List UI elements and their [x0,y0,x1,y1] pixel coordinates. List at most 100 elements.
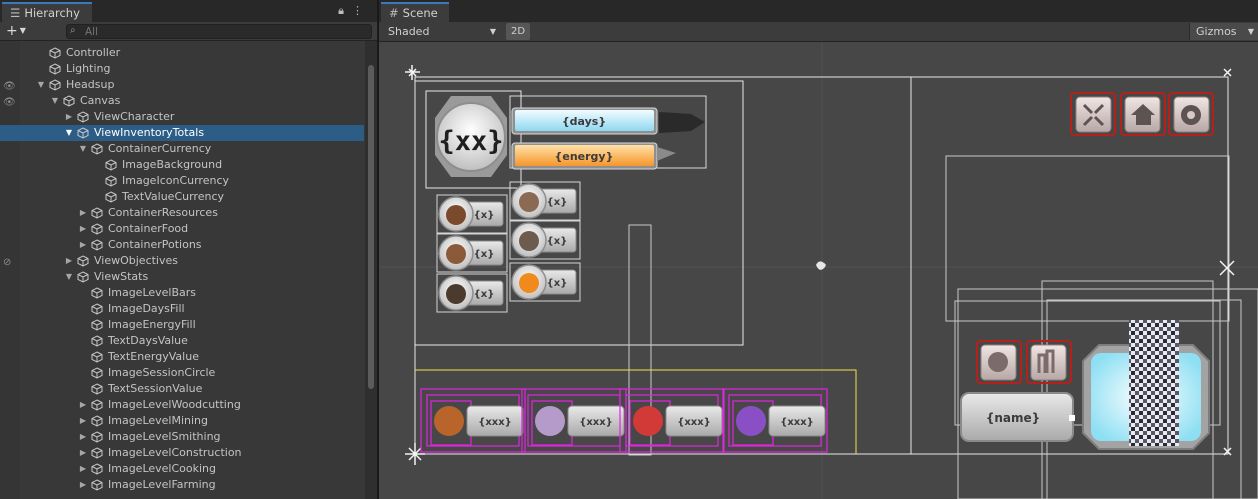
search-input[interactable] [85,25,365,38]
shading-mode-dropdown[interactable]: Shaded ▼ [382,23,500,40]
inventory-count: {xxx} [478,417,512,428]
anvil-icon [519,231,539,251]
expand-closed-icon[interactable]: ▶ [78,397,88,413]
expand-closed-icon[interactable]: ▶ [78,413,88,429]
hierarchy-toolbar: + ▼ ⌕ [0,22,377,41]
food-bag-icon [434,406,464,436]
tree-row[interactable]: TextValueCurrency [0,189,364,205]
tab-scene[interactable]: # Scene [381,2,449,22]
tree-row[interactable]: ▶ ContainerPotions [0,237,364,253]
expand-closed-icon[interactable]: ▶ [78,205,88,221]
scrollbar-thumb[interactable] [368,65,374,389]
expand-closed-icon[interactable]: ▶ [78,461,88,477]
gameobject-icon [77,271,89,283]
tree-row[interactable]: ▶ ImageLevelMining [0,413,364,429]
tree-row[interactable]: ▶ ImageLevelFarming [0,477,364,493]
hierarchy-scrollbar[interactable] [365,41,377,499]
tab-hierarchy[interactable]: ☰ Hierarchy [2,2,92,22]
tree-row[interactable]: ▼ Canvas [0,93,364,109]
gameobject-icon [91,447,103,459]
character-button-stats[interactable] [1026,340,1072,384]
expand-open-icon[interactable]: ▼ [36,77,46,93]
tree-row[interactable]: TextSessionValue [0,381,364,397]
fullscreen-button[interactable] [1070,92,1116,136]
gameobject-icon [91,351,103,363]
tree-row[interactable]: ▶ ViewObjectives [0,253,364,269]
tree-row[interactable]: Lighting [0,61,364,77]
tree-row[interactable]: Controller [0,45,364,61]
character-panel: {name} [960,320,1210,450]
tree-row-label: TextDaysValue [108,334,188,347]
lock-icon[interactable]: 🔒︎ [338,4,352,17]
expand-closed-icon[interactable]: ▶ [64,109,74,125]
tree-row[interactable]: ▶ ViewCharacter [0,109,364,125]
expand-closed-icon[interactable]: ▶ [78,445,88,461]
tree-row[interactable]: TextEnergyValue [0,349,364,365]
tree-row-label: ContainerPotions [108,238,202,251]
tree-row[interactable]: ▶ ImageLevelConstruction [0,445,364,461]
scene-canvas[interactable]: {xx} {days} {energy} {x} {x} {x} {x} {x}{x} … [379,43,1258,499]
expand-open-icon[interactable]: ▼ [78,141,88,157]
tree-row-label: ImageLevelMining [108,414,209,427]
tree-row[interactable]: ImageDaysFill [0,301,364,317]
chevron-down-icon: ▼ [489,27,496,36]
expand-open-icon[interactable]: ▼ [64,125,74,141]
toggle-2d-button[interactable]: 2D [506,23,530,40]
wood-icon [446,205,466,225]
add-object-button[interactable]: + ▼ [6,23,26,39]
tree-row[interactable]: ImageBackground [0,157,364,173]
tree-row[interactable]: TextDaysValue [0,333,364,349]
tree-row[interactable]: ImageSessionCircle [0,365,364,381]
tree-row-label: ImageDaysFill [108,302,185,315]
expand-open-icon[interactable]: ▼ [64,269,74,285]
tree-row[interactable]: ▼ ContainerCurrency [0,141,364,157]
tree-row[interactable]: ▼ Headsup [0,77,364,93]
expand-closed-icon[interactable]: ▶ [64,253,74,269]
gameobject-icon [77,127,89,139]
gameobject-icon [91,143,103,155]
tree-row[interactable]: ▼ ViewInventoryTotals [0,125,364,141]
tree-row[interactable]: ▶ ImageLevelCooking [0,461,364,477]
expand-closed-icon[interactable]: ▶ [78,221,88,237]
tree-row-label: ImageLevelFarming [108,478,216,491]
expand-closed-icon[interactable]: ▶ [78,477,88,493]
chevron-down-icon: ▼ [1247,27,1254,36]
gameobject-icon [91,207,103,219]
tree-row[interactable]: ▶ ContainerResources [0,205,364,221]
add-object-label: + [6,23,18,39]
menu-buttons [1070,92,1214,136]
energy-value: {energy} [555,150,614,163]
tree-row-label: ImageLevelCooking [108,462,217,475]
tree-row-label: TextSessionValue [108,382,203,395]
tree-row[interactable]: ▶ ContainerFood [0,221,364,237]
settings-button[interactable] [1168,92,1214,136]
tree-row[interactable]: ▶ ImageLevelWoodcutting [0,397,364,413]
gameobject-icon [49,79,61,91]
pivot-handle-icon[interactable] [816,261,826,270]
expand-closed-icon[interactable]: ▶ [78,429,88,445]
tree-row[interactable]: ▼ ViewStats [0,269,364,285]
expand-closed-icon[interactable]: ▶ [78,237,88,253]
hierarchy-search[interactable]: ⌕ [66,24,372,39]
session-block: {xx} {days} {energy} [425,90,707,189]
tree-row[interactable]: ImageIconCurrency [0,173,364,189]
heart-icon [633,406,663,436]
resource-counter: {x} [509,220,581,260]
search-icon: ⌕ [70,25,76,36]
tree-row[interactable]: ImageLevelBars [0,285,364,301]
gameobject-icon [91,399,103,411]
character-button-face[interactable] [976,340,1022,384]
expand-open-icon[interactable]: ▼ [50,93,60,109]
list-icon: ☰ [10,6,21,20]
tree-row-label: TextEnergyValue [108,350,199,363]
tree-row[interactable]: ImageEnergyFill [0,317,364,333]
gameobject-icon [91,239,103,251]
tree-row-label: ImageLevelSmithing [108,430,221,443]
home-button[interactable] [1120,92,1166,136]
tree-row-label: ImageLevelBars [108,286,197,299]
more-options-icon[interactable]: ⋮ [352,4,371,17]
gizmos-dropdown[interactable]: Gizmos ▼ [1189,23,1258,40]
scene-toolbar: Shaded ▼ 2D Gizmos ▼ [379,22,1258,42]
tree-row[interactable]: ▶ ImageLevelSmithing [0,429,364,445]
scene-viewport[interactable]: {xx} {days} {energy} {x} {x} {x} {x} {x} {x} … [379,43,1258,499]
